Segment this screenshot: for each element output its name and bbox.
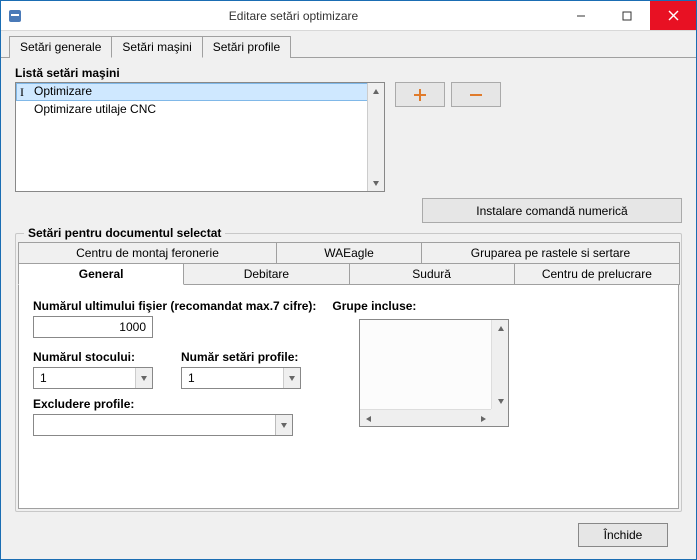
machines-listbox[interactable]: I Optimizare Optimizare utilaje CNC	[15, 82, 385, 192]
add-button[interactable]	[395, 82, 445, 107]
groups-included-label: Grupe incluse:	[332, 299, 416, 313]
list-item-label: Optimizare utilaje CNC	[34, 102, 156, 116]
tab-waeagle[interactable]: WAEagle	[276, 242, 422, 263]
tab-general-settings[interactable]: Setări generale	[9, 36, 112, 58]
list-item[interactable]: Optimizare utilaje CNC	[16, 101, 384, 119]
tab-general[interactable]: General	[18, 263, 184, 285]
vertical-scrollbar[interactable]	[491, 320, 508, 409]
install-numeric-button[interactable]: Instalare comandă numerică	[422, 198, 682, 223]
last-file-input[interactable]	[33, 316, 153, 338]
body: Listă setări maşini I Optimizare Optimiz…	[1, 58, 696, 559]
titlebar: Editare setări optimizare	[1, 1, 696, 31]
stock-number-value: 1	[40, 371, 47, 385]
list-item-label: Optimizare	[34, 84, 92, 98]
scroll-left-button[interactable]	[360, 410, 377, 427]
last-file-label: Numărul ultimului fişier (recomandat max…	[33, 299, 316, 313]
tab-machine-settings[interactable]: Setări maşini	[111, 36, 202, 58]
tab-sudura[interactable]: Sudură	[349, 263, 515, 285]
window-controls	[558, 1, 696, 30]
remove-button[interactable]	[451, 82, 501, 107]
scroll-right-button[interactable]	[474, 410, 491, 427]
maximize-button[interactable]	[604, 1, 650, 30]
document-tabs: Centru de montaj feronerie WAEagle Grupa…	[18, 242, 679, 285]
scroll-down-button[interactable]	[368, 174, 384, 191]
minimize-button[interactable]	[558, 1, 604, 30]
chevron-down-icon	[135, 368, 152, 388]
exclude-profile-input[interactable]	[34, 415, 275, 435]
scroll-down-button[interactable]	[492, 392, 509, 409]
close-window-button[interactable]	[650, 1, 696, 30]
tab-profile-settings[interactable]: Setări profile	[202, 36, 291, 58]
app-icon	[7, 8, 23, 24]
list-scrollbar[interactable]	[367, 83, 384, 191]
document-settings-label: Setări pentru documentul selectat	[24, 226, 225, 240]
exclude-profile-combo[interactable]	[33, 414, 293, 436]
dialog-footer: Închide	[15, 512, 682, 559]
profile-settings-select[interactable]: 1	[181, 367, 301, 389]
tab-centru-prelucrare[interactable]: Centru de prelucrare	[514, 263, 680, 285]
close-button[interactable]: Închide	[578, 523, 668, 547]
app-window: Editare setări optimizare Setări general…	[0, 0, 697, 560]
stock-number-label: Numărul stocului:	[33, 350, 153, 364]
tab-debitare[interactable]: Debitare	[183, 263, 349, 285]
text-cursor-icon: I	[20, 85, 24, 100]
horizontal-scrollbar[interactable]	[360, 409, 508, 426]
exclude-profile-label: Excludere profile:	[33, 397, 664, 411]
profile-settings-value: 1	[188, 371, 195, 385]
general-panel: Numărul ultimului fişier (recomandat max…	[18, 285, 679, 509]
main-tabs: Setări generale Setări maşini Setări pro…	[1, 31, 696, 58]
machines-list-label: Listă setări maşini	[15, 66, 682, 80]
stock-number-select[interactable]: 1	[33, 367, 153, 389]
window-title: Editare setări optimizare	[29, 9, 558, 23]
chevron-down-icon	[283, 368, 300, 388]
list-item[interactable]: I Optimizare	[16, 83, 384, 101]
document-settings-group: Setări pentru documentul selectat Centru…	[15, 233, 682, 512]
scroll-up-button[interactable]	[368, 83, 384, 100]
scroll-corner	[491, 409, 508, 426]
groups-included-listbox[interactable]	[359, 319, 509, 427]
tab-gruparea[interactable]: Gruparea pe rastele si sertare	[421, 242, 680, 263]
minus-icon	[470, 89, 482, 101]
tab-feronerie[interactable]: Centru de montaj feronerie	[18, 242, 277, 263]
profile-settings-label: Număr setări profile:	[181, 350, 301, 364]
plus-icon	[414, 89, 426, 101]
chevron-down-icon	[275, 415, 292, 435]
scroll-up-button[interactable]	[492, 320, 509, 337]
